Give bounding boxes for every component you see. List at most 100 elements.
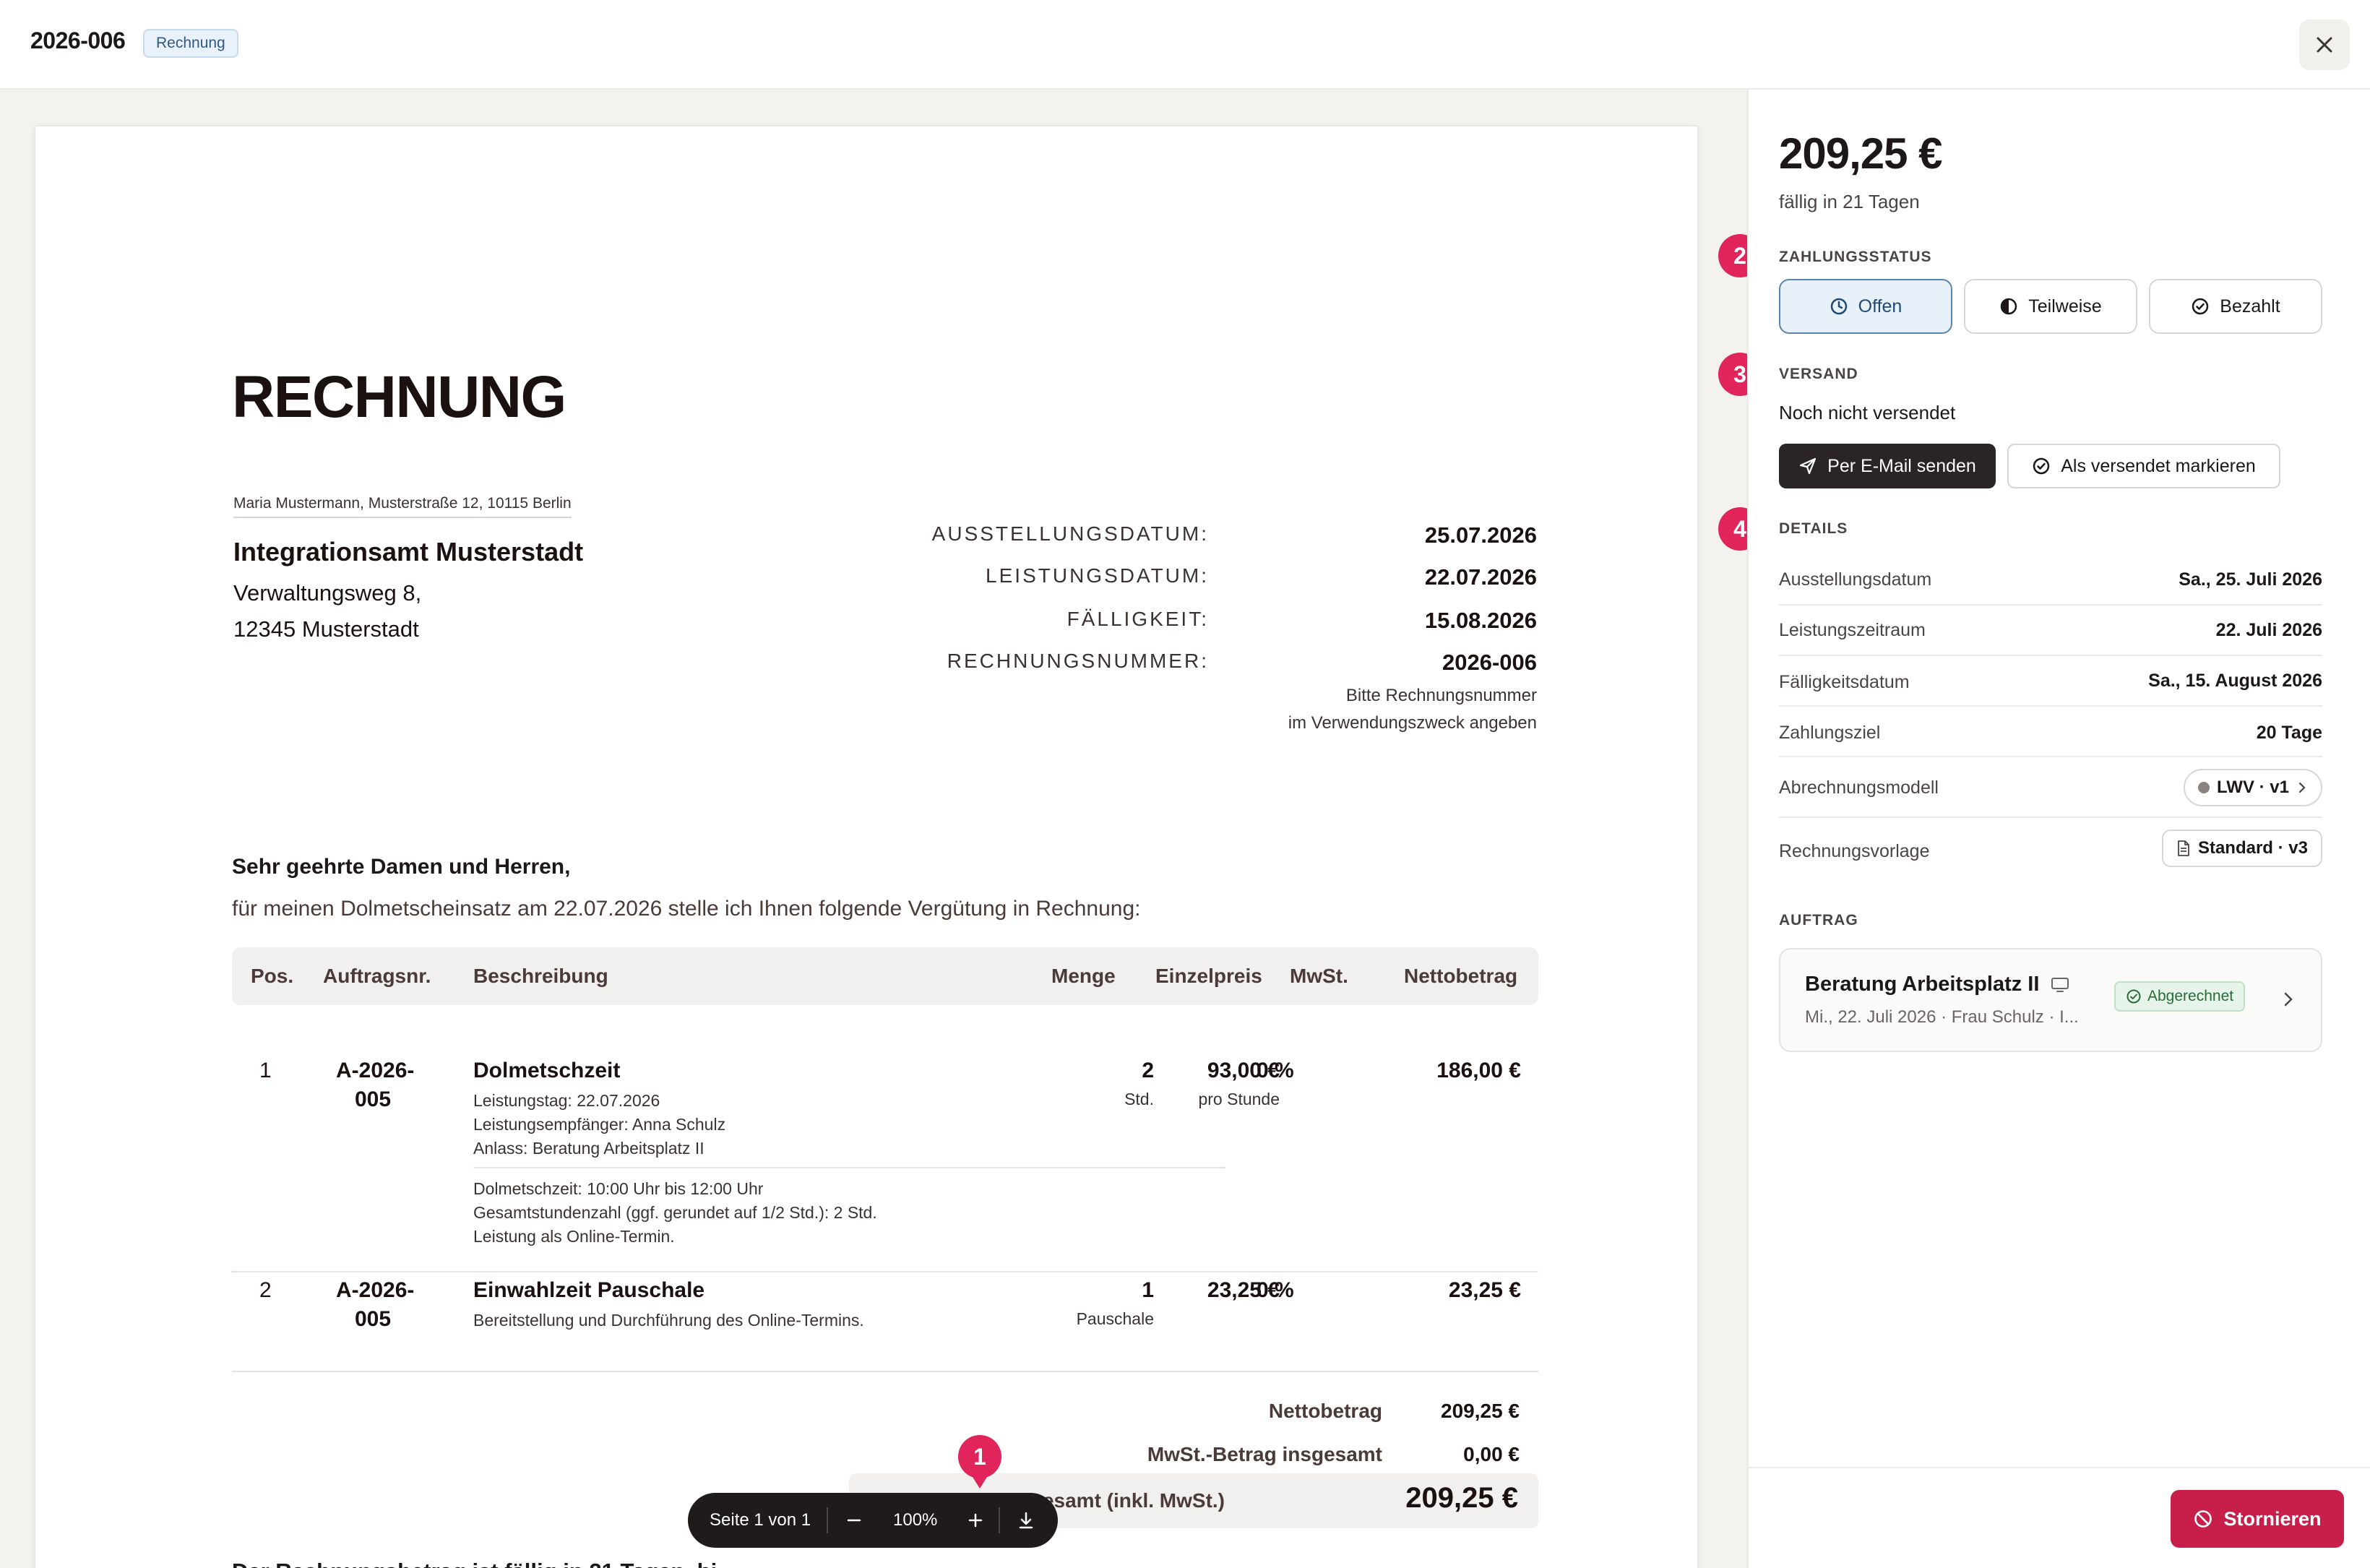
divider <box>999 1507 1000 1533</box>
divider <box>232 1271 1538 1272</box>
modal-header: 2026-006 Rechnung <box>0 0 2370 90</box>
close-icon <box>2317 37 2332 53</box>
plus-icon <box>968 1513 983 1528</box>
chevron-right-icon <box>2298 782 2306 793</box>
row-quantity-unit: Std. <box>1124 1090 1154 1108</box>
grand-total-value: 209,25 € <box>1405 1482 1518 1514</box>
detail-row-service-period: Leistungszeitraum 22. Juli 2026 <box>1779 606 2322 656</box>
issue-date-label: AUSSTELLUNGSDATUM: <box>931 522 1209 545</box>
document-icon <box>2178 840 2189 856</box>
check-circle-icon <box>2126 989 2141 1004</box>
col-unit-price: Einzelpreis <box>1155 965 1262 987</box>
clock-icon <box>1830 298 1847 315</box>
download-icon <box>1019 1512 1033 1529</box>
detail-row-billing-model: Abrechnungsmodell LWV · v1 <box>1779 757 2322 818</box>
send-email-label: Per E-Mail senden <box>1827 455 1976 476</box>
row-pos: 1 <box>259 1059 272 1082</box>
status-partial-label: Teilweise <box>2028 296 2102 316</box>
cancel-invoice-label: Stornieren <box>2223 1507 2322 1530</box>
template-pill[interactable]: Standard · v3 <box>2161 830 2322 867</box>
monitor-icon <box>2051 978 2069 993</box>
service-date-label: LEISTUNGSDATUM: <box>986 564 1209 587</box>
payment-terms-text: Der Rechnungsbetrag ist fällig in 21 Tag… <box>232 1559 717 1568</box>
recipient-street: Verwaltungsweg 8, <box>233 580 422 606</box>
invoice-amount: 209,25 € <box>1779 129 1943 178</box>
row-quantity-unit: Pauschale <box>1076 1309 1154 1328</box>
row-quantity: 2 <box>1142 1059 1154 1082</box>
row-unit-price-note: pro Stunde <box>1198 1090 1280 1108</box>
status-open-label: Offen <box>1858 296 1903 316</box>
detail-value: 22. Juli 2026 <box>2215 620 2322 640</box>
row-order-line2: 005 <box>355 1307 392 1331</box>
row-vat: 0 % <box>1257 1278 1294 1302</box>
detail-row-payment-term: Zahlungsziel 20 Tage <box>1779 707 2322 757</box>
send-email-button[interactable]: Per E-Mail senden <box>1779 444 1996 488</box>
detail-value: 20 Tage <box>2256 723 2322 743</box>
row-detail: Dolmetschzeit: 10:00 Uhr bis 12:00 Uhr <box>473 1179 764 1198</box>
order-status-text: Abgerechnet <box>2147 988 2234 1004</box>
order-status-badge: Abgerechnet <box>2114 981 2246 1012</box>
half-circle-icon <box>2001 298 2017 315</box>
order-card[interactable]: Beratung Arbeitsplatz II Mi., 22. Juli 2… <box>1779 948 2322 1052</box>
order-label: AUFTRAG <box>1779 912 1858 929</box>
sender-line: Maria Mustermann, Musterstraße 12, 10115… <box>233 495 572 518</box>
table-header: Pos. Auftragsnr. Beschreibung Menge Einz… <box>232 947 1538 1005</box>
check-circle-icon <box>2033 457 2050 475</box>
zoom-in-button[interactable] <box>962 1509 988 1532</box>
row-net: 186,00 € <box>1436 1059 1521 1082</box>
row-title: Dolmetschzeit <box>473 1059 621 1082</box>
detail-row-template: Rechnungsvorlage Standard · v3 <box>1779 818 2322 886</box>
mark-sent-label: Als versendet markieren <box>2061 455 2256 476</box>
mark-sent-button[interactable]: Als versendet markieren <box>2007 444 2280 488</box>
status-open-button[interactable]: Offen <box>1779 279 1952 334</box>
col-vat: MwSt. <box>1290 965 1348 987</box>
ban-icon <box>2194 1510 2212 1528</box>
status-partial-button[interactable]: Teilweise <box>1964 279 2137 334</box>
service-date-value: 22.07.2026 <box>1424 564 1537 590</box>
col-description: Beschreibung <box>473 965 608 987</box>
recipient-name: Integrationsamt Musterstadt <box>233 537 584 567</box>
status-paid-button[interactable]: Bezahlt <box>2149 279 2322 334</box>
row-order-line1: A-2026- <box>336 1278 415 1302</box>
cancel-invoice-button[interactable]: Stornieren <box>2171 1490 2344 1548</box>
col-order: Auftragsnr. <box>323 965 431 987</box>
close-button[interactable] <box>2299 20 2350 70</box>
detail-row-issue-date: Ausstellungsdatum Sa., 25. Juli 2026 <box>1779 555 2322 606</box>
divider <box>1749 1467 2370 1468</box>
chevron-right-icon <box>2284 992 2293 1007</box>
status-paid-label: Bezahlt <box>2220 296 2280 316</box>
detail-row-due-date: Fälligkeitsdatum Sa., 15. August 2026 <box>1779 656 2322 707</box>
col-pos: Pos. <box>251 965 294 987</box>
payment-status-label: ZAHLUNGSSTATUS <box>1779 249 1932 265</box>
reference-note-line1: Bitte Rechnungsnummer <box>1345 686 1537 705</box>
status-dot-icon <box>2197 782 2210 793</box>
vat-total-label: MwSt.-Betrag insgesamt <box>1147 1443 1382 1465</box>
row-detail: Leistung als Online-Termin. <box>473 1227 675 1246</box>
annotation-marker-1: 1 <box>958 1435 1001 1489</box>
row-order-line1: A-2026- <box>336 1059 415 1082</box>
vat-total-value: 0,00 € <box>1463 1443 1520 1465</box>
col-quantity: Menge <box>1051 965 1116 987</box>
document-preview[interactable]: RECHNUNG Maria Mustermann, Musterstraße … <box>0 90 1747 1568</box>
issue-date-value: 25.07.2026 <box>1424 522 1537 548</box>
divider <box>827 1507 828 1533</box>
row-detail: Gesamtstundenzahl (ggf. gerundet auf 1/2… <box>473 1203 877 1222</box>
shipping-label: VERSAND <box>1779 366 1858 382</box>
row-quantity: 1 <box>1142 1278 1154 1302</box>
recipient-city: 12345 Musterstadt <box>233 616 419 642</box>
detail-label: Leistungszeitraum <box>1779 620 1926 640</box>
billing-model-value: LWV · v1 <box>2216 777 2289 797</box>
row-detail: Leistungstag: 22.07.2026 <box>473 1091 660 1110</box>
order-title: Beratung Arbeitsplatz II <box>1805 973 2069 996</box>
detail-value: Sa., 25. Juli 2026 <box>2179 569 2322 590</box>
viewer-toolbar: Seite 1 von 1 100% <box>688 1493 1058 1548</box>
detail-label: Fälligkeitsdatum <box>1779 672 1910 692</box>
billing-model-pill[interactable]: LWV · v1 <box>2183 769 2322 806</box>
minus-icon <box>847 1519 861 1522</box>
detail-label: Ausstellungsdatum <box>1779 569 1932 590</box>
net-total-label: Nettobetrag <box>1268 1400 1382 1422</box>
download-button[interactable] <box>1012 1507 1040 1533</box>
row-detail: Bereitstellung und Durchführung des Onli… <box>473 1311 864 1330</box>
zoom-out-button[interactable] <box>841 1509 867 1532</box>
invoice-heading: RECHNUNG <box>232 364 566 430</box>
